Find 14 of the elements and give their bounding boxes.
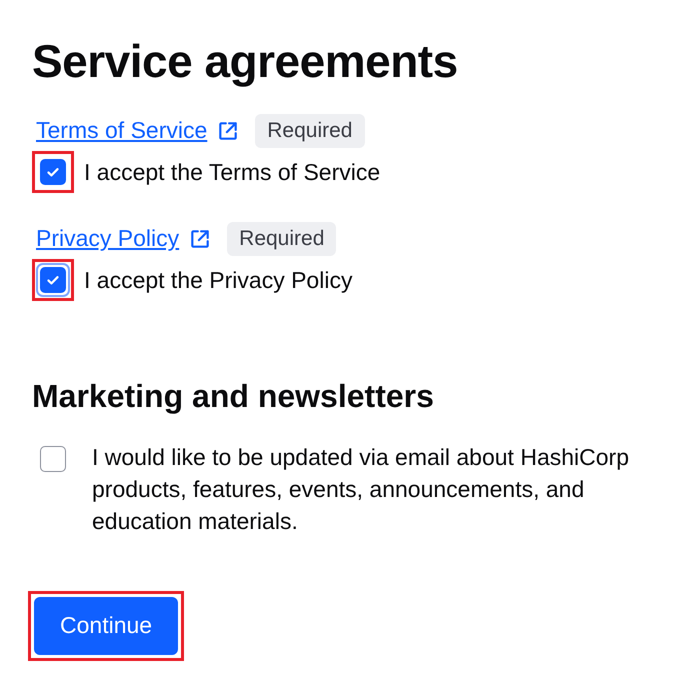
required-badge: Required xyxy=(255,114,364,148)
document-link[interactable]: Terms of Service xyxy=(36,117,208,144)
external-link-icon[interactable] xyxy=(189,228,212,250)
page-title: Service agreements xyxy=(32,36,458,87)
checkbox-label: I accept the Terms of Service xyxy=(84,158,380,187)
continue-button[interactable]: Continue xyxy=(34,596,178,655)
checkbox[interactable] xyxy=(40,158,66,185)
external-link-icon[interactable] xyxy=(217,120,240,142)
checkbox-label: I accept the Privacy Policy xyxy=(84,266,352,295)
document-link[interactable]: Privacy Policy xyxy=(36,225,180,252)
checkbox-label: I would like to be updated via email about HashiCorp products, features, events, announcements, and education materials. xyxy=(92,442,630,536)
checkbox[interactable] xyxy=(40,446,66,472)
required-badge: Required xyxy=(227,222,336,256)
section-title: Marketing and newsletters xyxy=(32,376,434,415)
